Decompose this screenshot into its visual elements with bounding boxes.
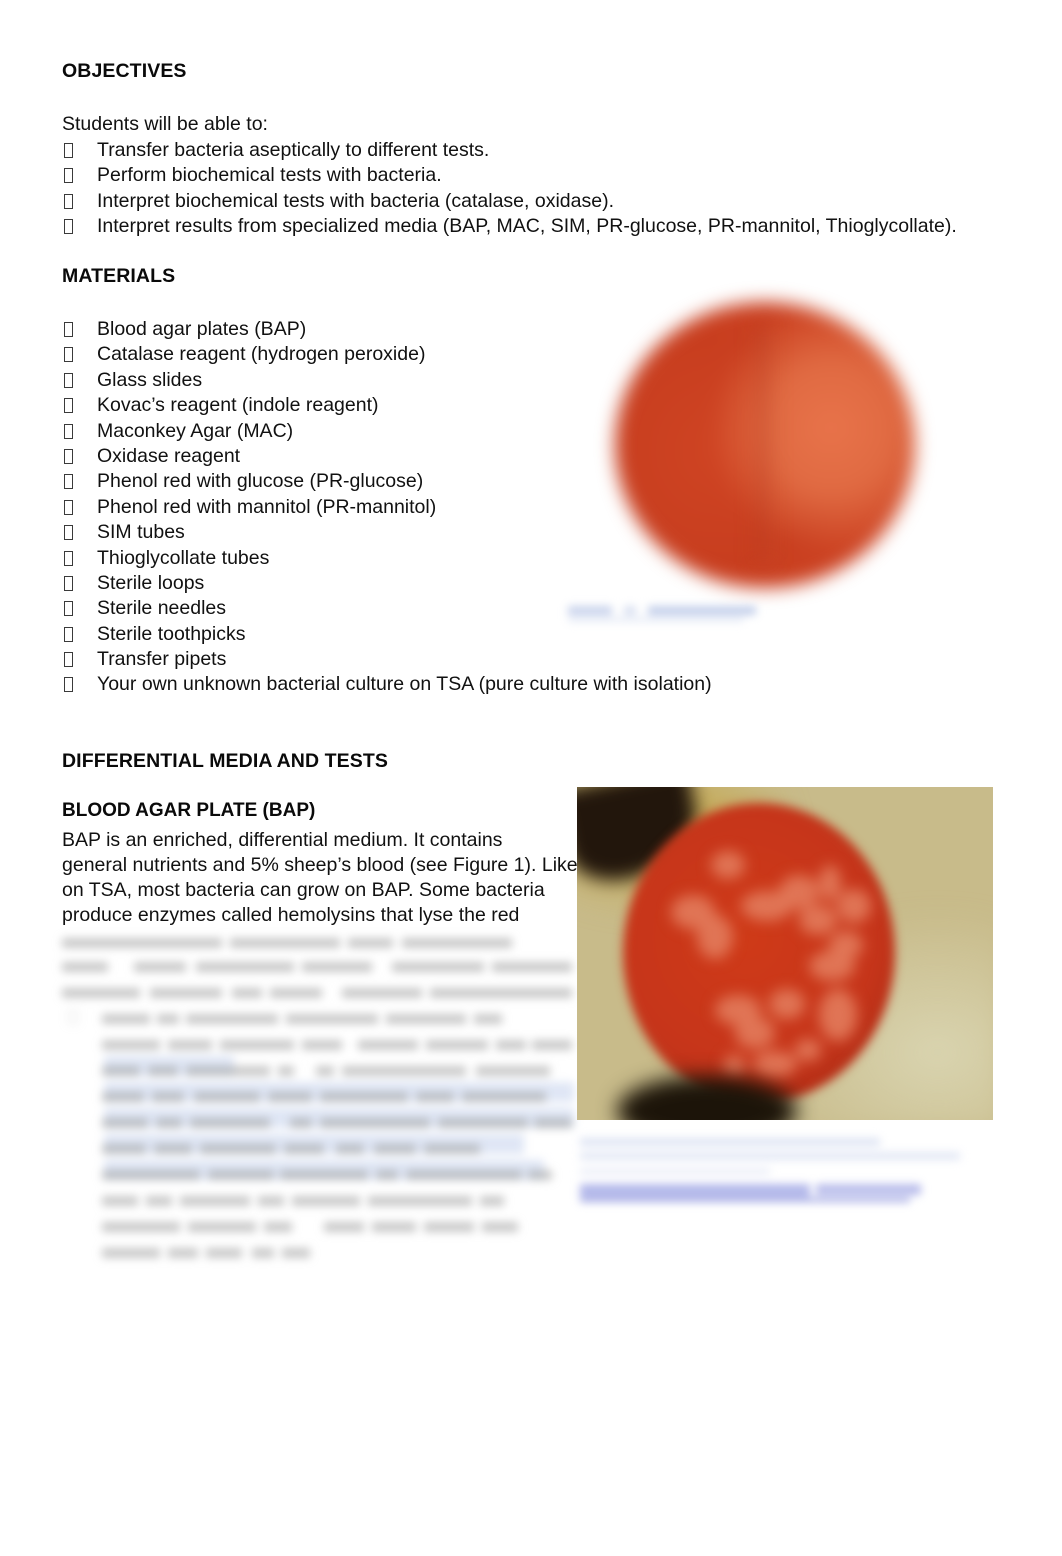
materials-heading: MATERIALS [58, 265, 186, 298]
materials-heading-text: MATERIALS [62, 265, 176, 287]
agar-plate-figure-caption [568, 600, 818, 626]
list-item-label: Your own unknown bacterial culture on TS… [97, 673, 712, 696]
list-item-label: Glass slides [97, 368, 203, 391]
bap-subheading: BLOOD AGAR PLATE (BAP) [62, 800, 316, 821]
list-item-label: Kovac’s reagent (indole reagent) [97, 394, 379, 417]
list-item-label: Phenol red with glucose (PR-glucose) [97, 470, 424, 493]
bullet-box-icon [64, 652, 73, 668]
bullet-box-icon [64, 601, 73, 617]
bullet-box-icon [64, 550, 73, 566]
bullet-box-icon [64, 168, 73, 184]
agar-plate-figure-image [607, 296, 927, 596]
bacterial-colonies [623, 803, 895, 1103]
differential-heading: DIFFERENTIAL MEDIA AND TESTS [58, 750, 398, 783]
list-item-label: Sterile loops [97, 571, 205, 594]
caption-blur-bar [580, 1152, 960, 1160]
bullet-box-icon [64, 677, 73, 693]
objectives-heading: OBJECTIVES [58, 60, 197, 93]
list-item-label: Thioglycollate tubes [97, 546, 270, 569]
bullet-box-icon [64, 474, 73, 490]
objectives-heading-text: OBJECTIVES [62, 60, 187, 82]
bap-paragraph-line: produce enzymes called hemolysins that l… [62, 904, 520, 926]
caption-blur-link[interactable] [580, 1184, 810, 1197]
bullet-box-icon [64, 322, 73, 337]
caption-blur-bar [624, 606, 636, 615]
caption-blur-bar [568, 617, 744, 622]
bullet-box-icon [64, 626, 73, 642]
caption-blur-link-underline [580, 1198, 910, 1202]
list-item-label: Transfer pipets [97, 648, 227, 671]
list-item-label: Maconkey Agar (MAC) [97, 419, 294, 442]
document-page: OBJECTIVES Students will be able to: Tra… [0, 0, 1062, 1556]
agar-plate-seam [757, 320, 773, 564]
bullet-box-icon [64, 448, 73, 464]
list-item-label: Interpret biochemical tests with bacteri… [97, 189, 614, 212]
differential-heading-text: DIFFERENTIAL MEDIA AND TESTS [62, 750, 388, 772]
bullet-box-icon [64, 398, 73, 414]
bullet-box-icon [64, 575, 73, 591]
bullet-box-icon [64, 219, 73, 235]
list-item-label: SIM tubes [97, 521, 185, 544]
obscured-text-block [62, 938, 574, 1258]
bullet-box-icon [64, 193, 73, 209]
blood-agar-plate-figure-image [577, 787, 993, 1120]
caption-blur-link[interactable] [816, 1184, 921, 1195]
blood-agar-figure-caption [580, 1132, 1000, 1207]
list-item-label: Phenol red with mannitol (PR-mannitol) [97, 495, 437, 518]
bullet-box-icon [64, 423, 73, 439]
list-item-label: Perform biochemical tests with bacteria. [97, 164, 442, 187]
bullet-box-icon [64, 499, 73, 515]
bullet-box-icon [64, 143, 73, 158]
bap-paragraph-line: BAP is an enriched, differential medium.… [62, 829, 503, 851]
list-item-label: Catalase reagent (hydrogen peroxide) [97, 343, 426, 366]
caption-blur-bar [568, 606, 612, 615]
list-item-label: Sterile needles [97, 597, 226, 620]
caption-blur-bar [648, 606, 756, 615]
objectives-intro: Students will be able to: [62, 113, 268, 135]
list-item-label: Blood agar plates (BAP) [97, 318, 307, 340]
bullet-box-icon [64, 525, 73, 541]
caption-blur-bar [580, 1168, 770, 1175]
list-item-label: Sterile toothpicks [97, 622, 246, 645]
list-item-label: Oxidase reagent [97, 444, 241, 467]
list-item-label: Transfer bacteria aseptically to differe… [97, 139, 490, 161]
list-item-label: Interpret results from specialized media… [97, 215, 957, 238]
bap-paragraph-line: general nutrients and 5% sheep’s blood (… [62, 854, 578, 876]
bap-paragraph-line: on TSA, most bacteria can grow on BAP. S… [62, 879, 545, 901]
caption-blur-bar [580, 1138, 880, 1146]
bullet-box-icon [64, 347, 73, 363]
bullet-box-icon [64, 372, 73, 388]
